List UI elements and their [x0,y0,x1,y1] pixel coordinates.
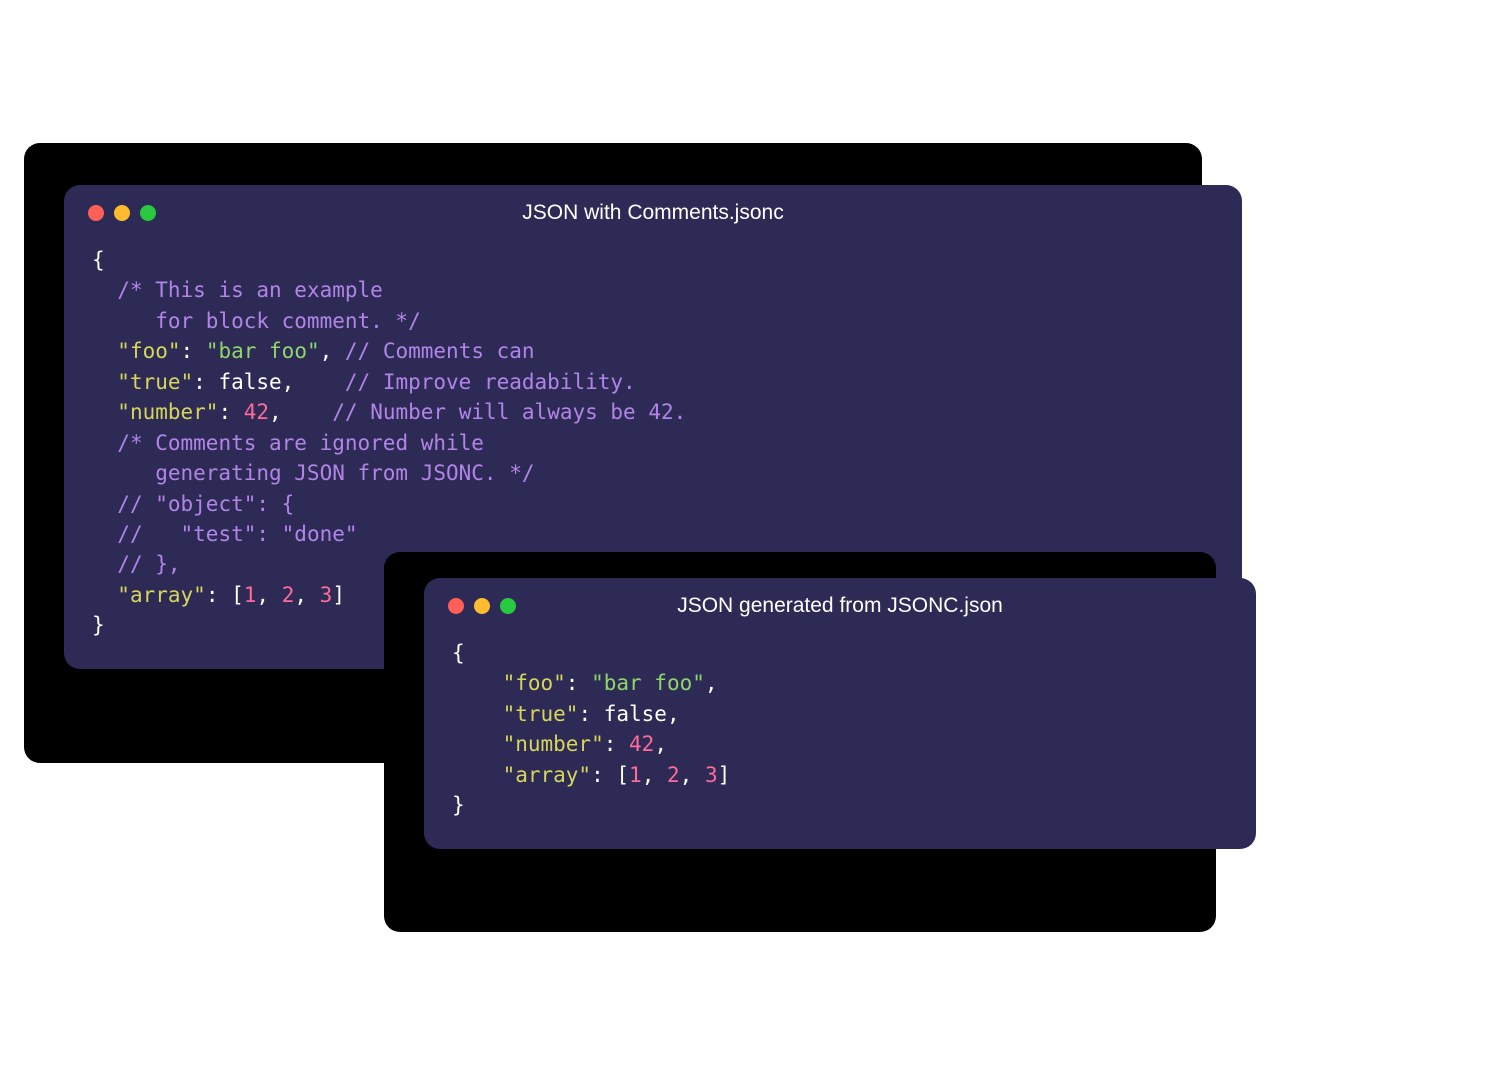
code-token-punct [92,339,117,363]
code-token-punct: } [92,613,105,637]
code-token-punct: , [667,702,680,726]
code-token-key: "foo" [117,339,180,363]
titlebar-2: JSON generated from JSONC.json [424,578,1256,624]
code-token-comment: for block comment. */ [92,309,421,333]
code-token-punct [92,522,117,546]
window-title-2: JSON generated from JSONC.json [424,594,1256,618]
code-token-punct: } [452,793,465,817]
code-token-comment: /* Comments are ignored while [117,431,484,455]
code-token-string: "bar foo" [206,339,320,363]
code-block-json: { "foo": "bar foo", "true": false, "numb… [424,624,1256,849]
code-token-comment: generating JSON from JSONC. */ [92,461,535,485]
code-token-punct: : [193,370,218,394]
code-token-number: 2 [667,763,680,787]
code-token-comment: // "test": "done" [117,522,357,546]
code-token-punct [92,492,117,516]
code-token-punct: : [ [206,583,244,607]
code-token-punct: , [282,370,345,394]
traffic-lights-2 [448,598,516,614]
code-token-number: 3 [705,763,718,787]
code-token-number: 1 [244,583,257,607]
code-token-punct: : [181,339,206,363]
code-token-punct [92,583,117,607]
code-token-punct [92,400,117,424]
code-token-key: "foo" [503,671,566,695]
code-token-punct: , [680,763,705,787]
code-token-number: 3 [320,583,333,607]
code-token-punct: ] [332,583,345,607]
code-token-key: "true" [117,370,193,394]
code-token-number: 1 [629,763,642,787]
traffic-lights-1 [88,205,156,221]
code-token-comment: // Improve readability. [345,370,636,394]
code-token-number: 2 [282,583,295,607]
code-token-punct: { [92,248,105,272]
minimize-icon[interactable] [114,205,130,221]
zoom-icon[interactable] [140,205,156,221]
code-token-punct: , [705,671,718,695]
code-token-punct: , [654,732,667,756]
code-token-key: "number" [503,732,604,756]
code-token-string: "bar foo" [591,671,705,695]
code-token-punct: ] [718,763,731,787]
code-token-key: "array" [117,583,206,607]
window-title-1: JSON with Comments.jsonc [64,201,1242,225]
close-icon[interactable] [448,598,464,614]
code-token-punct: , [269,400,332,424]
code-token-punct [92,370,117,394]
code-token-bool: false [604,702,667,726]
titlebar-1: JSON with Comments.jsonc [64,185,1242,231]
code-token-punct [92,278,117,302]
code-token-punct [452,763,503,787]
code-token-punct: , [642,763,667,787]
close-icon[interactable] [88,205,104,221]
code-token-bool: false [218,370,281,394]
code-token-comment: // Comments can [345,339,535,363]
code-token-punct: : [566,671,591,695]
code-window-json: JSON generated from JSONC.json { "foo": … [424,578,1256,849]
code-token-punct [92,552,117,576]
stage: JSON with Comments.jsonc { /* This is an… [0,0,1488,1081]
code-token-punct: { [452,641,465,665]
code-token-comment: /* This is an example [117,278,383,302]
code-token-punct: : [578,702,603,726]
code-token-comment: // Number will always be 42. [332,400,686,424]
code-token-punct [452,702,503,726]
code-token-punct: : [604,732,629,756]
zoom-icon[interactable] [500,598,516,614]
code-token-key: "array" [503,763,592,787]
code-token-punct: , [320,339,345,363]
code-token-punct: , [294,583,319,607]
code-token-key: "number" [117,400,218,424]
code-token-punct: : [218,400,243,424]
code-token-punct [452,732,503,756]
code-token-punct: , [256,583,281,607]
code-token-punct [92,431,117,455]
code-token-comment: // "object": { [117,492,294,516]
code-token-punct: : [ [591,763,629,787]
code-token-number: 42 [629,732,654,756]
minimize-icon[interactable] [474,598,490,614]
code-token-punct [452,671,503,695]
code-token-key: "true" [503,702,579,726]
code-token-comment: // }, [117,552,180,576]
code-token-number: 42 [244,400,269,424]
